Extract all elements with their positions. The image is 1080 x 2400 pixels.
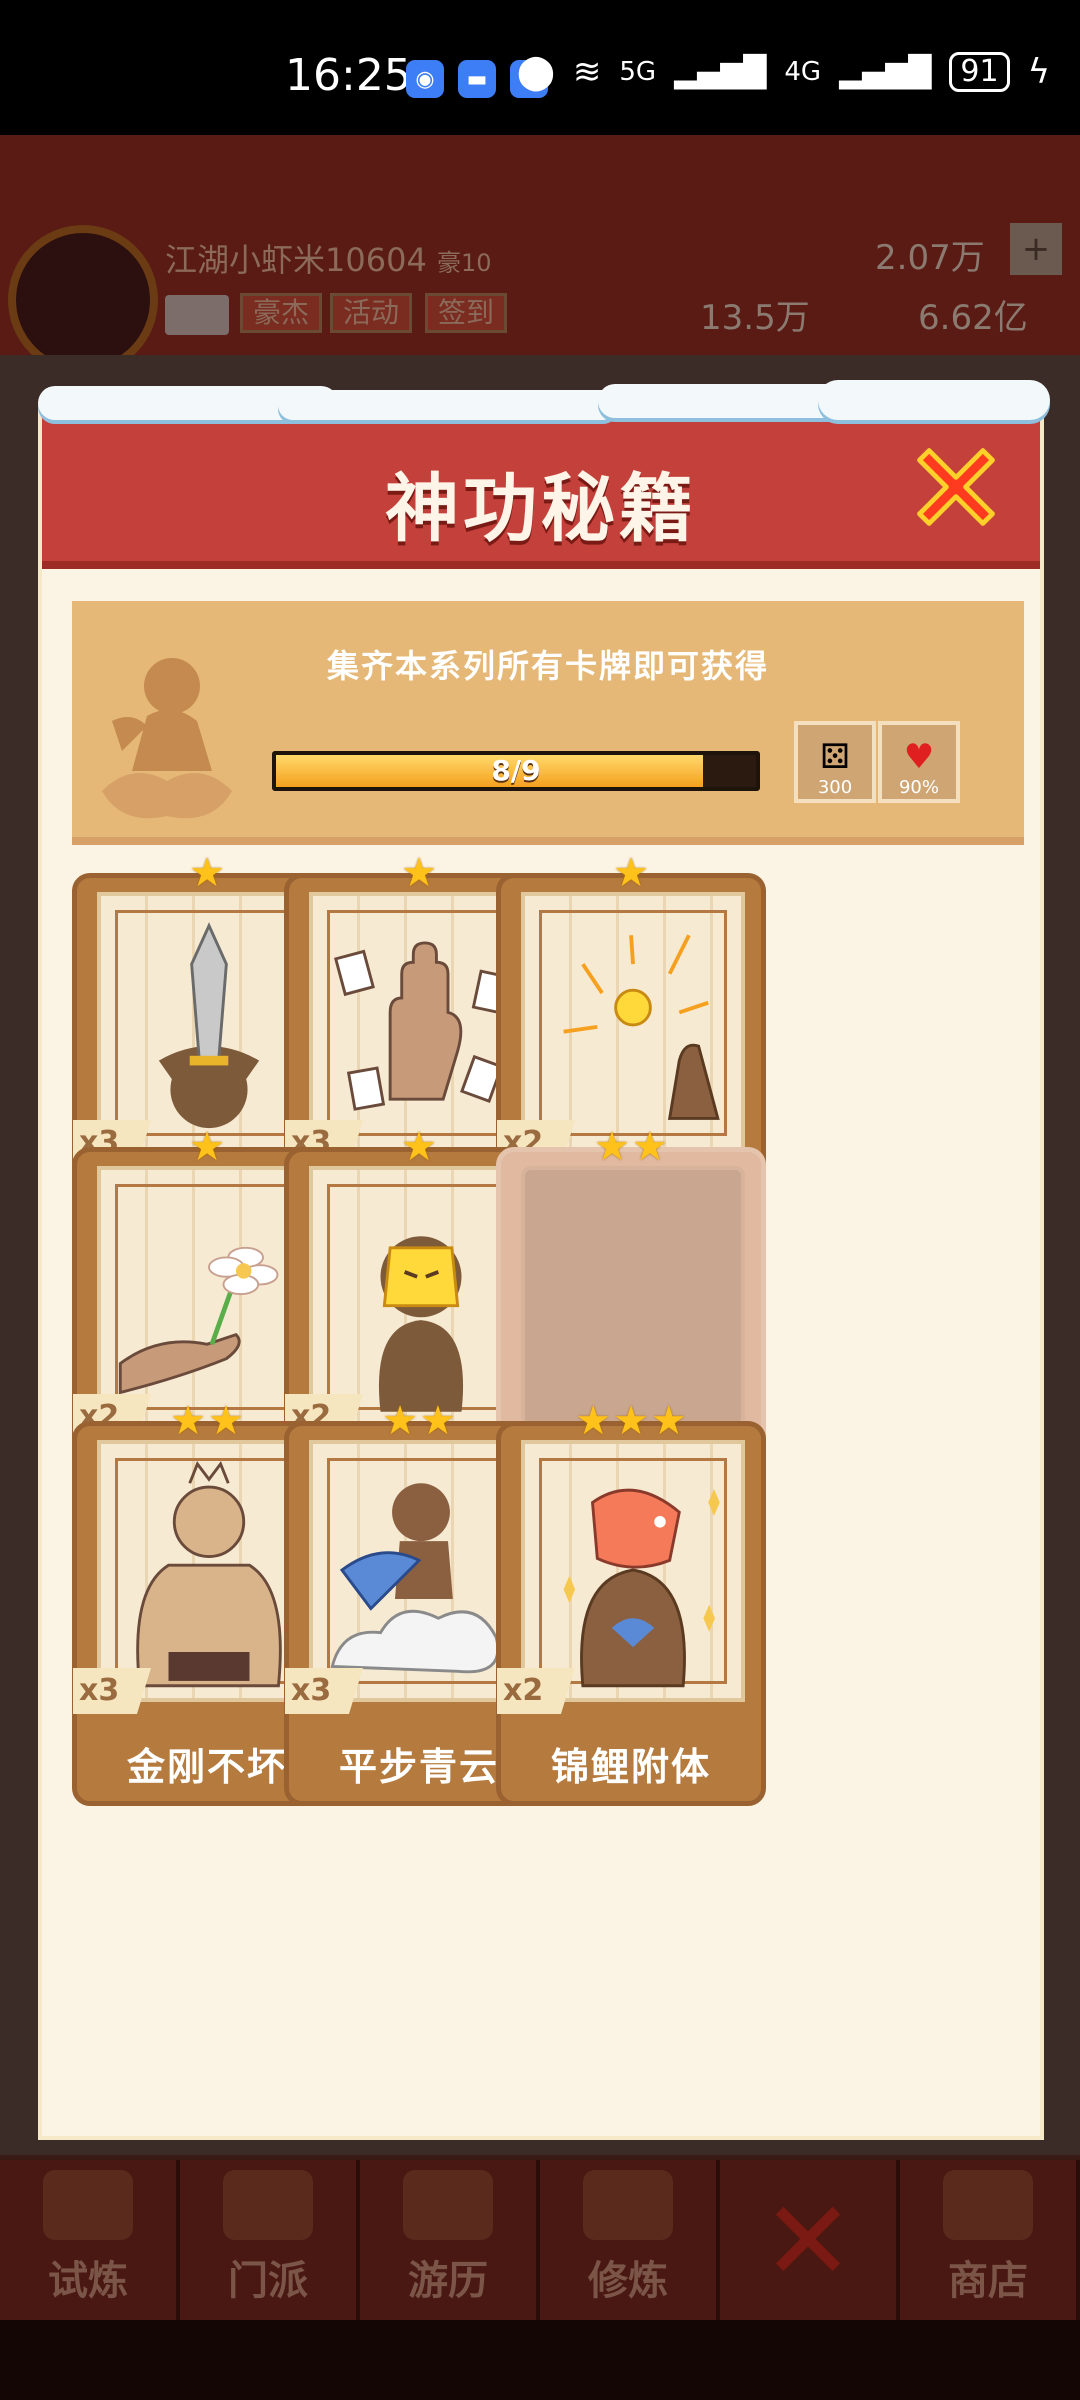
player-name-text: 江湖小虾米10604: [165, 241, 427, 279]
card-art: [521, 892, 745, 1154]
status-bar: 16:25 ◉ ▬ ✱ ⬤ ≋ 5G ▂▄▆█ 4G ▂▄▆█ 91 ϟ: [0, 0, 1080, 135]
charging-icon: ϟ: [1027, 52, 1050, 92]
shop-icon: [943, 2170, 1033, 2240]
add-gems-button[interactable]: +: [1010, 223, 1062, 275]
trial-icon: [43, 2170, 133, 2240]
star-icon: ★: [575, 1398, 612, 1444]
status-icons: ⬤ ≋ 5G ▂▄▆█ 4G ▂▄▆█ 91 ϟ: [517, 52, 1050, 92]
card-count: x2: [497, 1668, 575, 1714]
nav-travel[interactable]: 游历: [360, 2160, 540, 2320]
snow-decoration: [38, 380, 1050, 428]
star-icon: ★: [632, 1124, 668, 1170]
nav-sect-label: 门派: [228, 2258, 308, 2304]
card-count: x3: [285, 1668, 363, 1714]
gems-amount: 2.07万: [875, 238, 985, 278]
star-icon: ★: [208, 1398, 244, 1444]
modal-close-button[interactable]: [908, 439, 1004, 535]
close-x-icon: [917, 448, 995, 526]
koi-icon: [563, 1488, 720, 1688]
gesture-area: [0, 2320, 1080, 2400]
progress-label: 8/9: [491, 754, 541, 787]
star-icon: ★: [650, 1398, 687, 1444]
notification-app-icon: ◉: [406, 60, 444, 98]
star-icon: ★: [382, 1398, 418, 1444]
secret-book-modal: 神功秘籍 集齐本系列所有卡牌即可获得 8/9 ⚄ 300 ♥ 90% x3 ★ …: [38, 405, 1044, 2140]
card-name: 锦鲤附体: [550, 1745, 711, 1789]
player-name: 江湖小虾米10604 豪10: [165, 235, 492, 281]
star-icon: ★: [613, 850, 649, 896]
nav-sect[interactable]: 门派: [180, 2160, 360, 2320]
collection-banner: 集齐本系列所有卡牌即可获得 8/9 ⚄ 300 ♥ 90%: [72, 601, 1024, 845]
nav-trial-label: 试炼: [48, 2258, 128, 2304]
close-icon: ✕: [761, 2177, 855, 2305]
star-icon: ★: [189, 1124, 225, 1170]
reward-dice[interactable]: ⚄ 300: [794, 721, 876, 803]
card-stars: ★: [496, 853, 766, 893]
location-icon: ⬤: [516, 52, 555, 92]
signal-5g-bars-icon: ▂▄▆█: [674, 54, 767, 90]
nav-close[interactable]: ✕: [720, 2160, 900, 2320]
nav-cultivate[interactable]: 修炼: [540, 2160, 720, 2320]
status-time: 16:25: [285, 50, 412, 101]
reward-heart-value: 90%: [898, 777, 939, 798]
card-stars: ★ ★: [496, 1127, 766, 1167]
power-amount: 13.5万: [700, 298, 810, 338]
sect-icon: [223, 2170, 313, 2240]
modal-header: 神功秘籍: [42, 409, 1040, 569]
wifi-icon: ≋: [572, 52, 602, 92]
signal-4g-bars-icon: ▂▄▆█: [839, 54, 932, 90]
reward-heart[interactable]: ♥ 90%: [878, 721, 960, 803]
bottom-nav: 试炼 门派 游历 修炼 ✕ 商店: [0, 2160, 1080, 2320]
cultivate-icon: [583, 2170, 673, 2240]
modal-title: 神功秘籍: [385, 466, 697, 552]
tag-checkin[interactable]: 签到: [425, 293, 508, 333]
card-frame: 锦鲤附体 x2: [496, 1421, 766, 1806]
game-header: 江湖小虾米10604 豪10 豪杰 活动 签到 2.07万 + 13.5万 6.…: [0, 135, 1080, 375]
card-item[interactable]: 锦鲤附体 x2 ★ ★ ★: [496, 1401, 766, 1809]
message-app-icon: ▬: [458, 60, 496, 98]
star-icon: ★: [401, 850, 437, 896]
tag-heroes[interactable]: 豪杰: [240, 293, 323, 333]
heart-icon: ♥: [903, 737, 935, 777]
vip-level: 豪10: [436, 249, 492, 277]
nav-travel-label: 游历: [408, 2258, 488, 2304]
nav-shop[interactable]: 商店: [900, 2160, 1080, 2320]
tag-events[interactable]: 活动: [330, 293, 413, 333]
player-avatar[interactable]: [8, 225, 158, 375]
star-icon: ★: [420, 1398, 456, 1444]
star-icon: ★: [594, 1124, 630, 1170]
card-stars: ★ ★ ★: [496, 1401, 766, 1441]
star-icon: ★: [170, 1398, 206, 1444]
coins-amount: 6.62亿: [918, 298, 1028, 338]
battery-level: 91: [949, 52, 1010, 92]
banner-text: 集齐本系列所有卡牌即可获得: [326, 647, 769, 685]
nav-cultivate-label: 修炼: [588, 2258, 668, 2304]
card-art: [521, 1166, 745, 1428]
card-art: [521, 1440, 745, 1702]
star-icon: ★: [613, 1398, 649, 1444]
nav-trial[interactable]: 试炼: [0, 2160, 180, 2320]
travel-icon: [403, 2170, 493, 2240]
star-icon: ★: [189, 850, 225, 896]
reward-dice-value: 300: [817, 777, 853, 798]
dice-icon: ⚄: [820, 737, 850, 777]
signal-4g: 4G: [784, 57, 822, 87]
screen: 16:25 ◉ ▬ ✱ ⬤ ≋ 5G ▂▄▆█ 4G ▂▄▆█ 91 ϟ 江湖小…: [0, 0, 1080, 2400]
signal-5g: 5G: [619, 57, 657, 87]
mail-icon[interactable]: [165, 295, 229, 335]
collection-progress-bar: 8/9: [272, 751, 760, 791]
card-count: x3: [73, 1668, 151, 1714]
star-icon: ★: [401, 1124, 437, 1170]
gold-icon: [563, 934, 720, 1120]
nav-shop-label: 商店: [948, 2258, 1028, 2304]
